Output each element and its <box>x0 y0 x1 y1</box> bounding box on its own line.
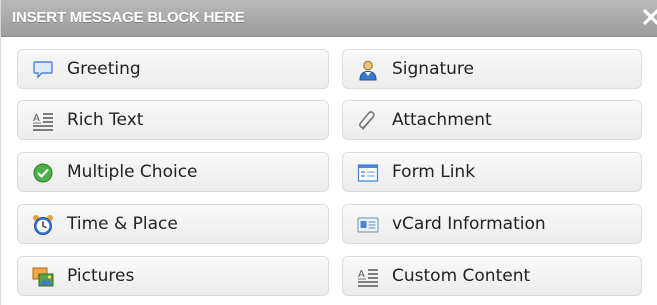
multiple-choice-label: Multiple Choice <box>67 162 198 182</box>
form-link-label: Form Link <box>392 162 476 182</box>
alarm-clock-icon <box>32 214 54 236</box>
greeting-button[interactable]: Greeting <box>17 49 329 89</box>
greeting-label: Greeting <box>67 59 141 79</box>
pictures-icon <box>32 266 54 288</box>
vcard-icon <box>357 214 379 236</box>
rich-text-icon: A <box>32 110 54 132</box>
speech-bubble-icon <box>32 59 54 81</box>
custom-content-icon: A <box>357 266 379 288</box>
multiple-choice-button[interactable]: Multiple Choice <box>17 152 329 192</box>
checkmark-circle-icon <box>32 162 54 184</box>
form-link-button[interactable]: Form Link <box>342 152 642 192</box>
custom-content-button[interactable]: A Custom Content <box>342 256 642 296</box>
vcard-information-button[interactable]: vCard Information <box>342 204 642 244</box>
time-and-place-label: Time & Place <box>67 214 178 234</box>
time-and-place-button[interactable]: Time & Place <box>17 204 329 244</box>
rich-text-label: Rich Text <box>67 110 144 130</box>
vcard-information-label: vCard Information <box>392 214 546 234</box>
pictures-label: Pictures <box>67 266 135 286</box>
rich-text-button[interactable]: A Rich Text <box>17 100 329 140</box>
pictures-button[interactable]: Pictures <box>17 256 329 296</box>
svg-text:A: A <box>33 113 40 124</box>
form-icon <box>357 162 379 184</box>
svg-text:A: A <box>358 269 365 280</box>
paperclip-icon <box>357 110 379 132</box>
attachment-button[interactable]: Attachment <box>342 100 642 140</box>
person-icon <box>357 59 379 81</box>
signature-label: Signature <box>392 59 475 79</box>
attachment-label: Attachment <box>392 110 492 130</box>
block-grid: Greeting Signature A Rich Text Attachmen… <box>1 0 657 305</box>
insert-message-block-dialog: INSERT MESSAGE BLOCK HERE Greeting Signa… <box>0 0 657 305</box>
custom-content-label: Custom Content <box>392 266 531 286</box>
signature-button[interactable]: Signature <box>342 49 642 89</box>
